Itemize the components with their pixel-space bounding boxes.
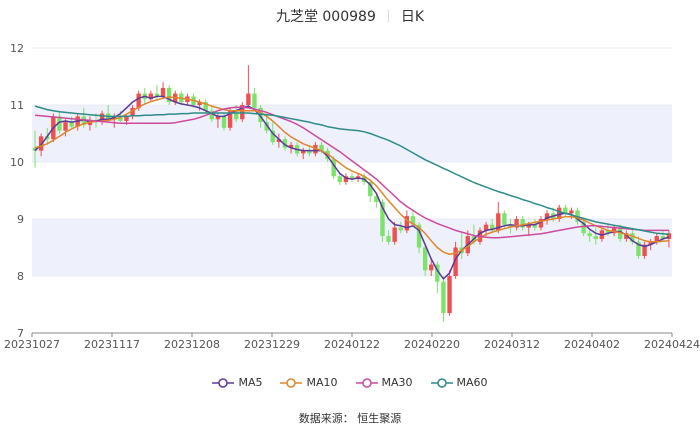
candle-body [593,236,599,239]
legend-label: MA5 [238,376,263,389]
candle-body [422,247,428,271]
y-tick-label: 8 [17,270,24,283]
x-tick-label: 20240312 [484,338,540,351]
candle-body [386,236,391,242]
y-tick-label: 10 [10,156,24,169]
candle-body [447,276,452,314]
candle-body [429,264,434,271]
candlestick-chart: 78910111220231027 20231117 20231208 2023122… [4,42,700,351]
y-tick-label: 11 [10,99,24,112]
x-tick-label: 20240402 [564,338,620,351]
legend-swatch [430,377,453,388]
x-tick-label: 20231208 [164,338,220,351]
candle-body [337,176,343,182]
candle-body [502,213,507,225]
candle-body [398,227,403,231]
x-tick-label: 20231027 [4,338,60,351]
candle [246,65,251,108]
candle-body [221,116,227,128]
x-tick-label: 20231229 [244,338,300,351]
candle [343,173,349,185]
candle-body [569,210,574,214]
legend-item-ma60[interactable]: MA60 [430,376,488,389]
candle-body [63,122,68,131]
x-tick-label: 20240122 [324,338,380,351]
data-source: 数据来源： 恒生聚源 [298,412,402,425]
candle [252,87,257,111]
candle-body [160,87,166,97]
candle [166,85,172,105]
legend-swatch [212,377,235,388]
legend-label: MA30 [381,376,413,389]
candle-body [441,281,446,314]
y-tick-label: 12 [10,42,24,55]
candle [240,102,245,123]
candle [447,270,452,316]
legend-swatch [355,377,378,388]
candle [404,210,410,234]
candle-body [392,227,397,242]
x-tick-label: 20240220 [404,338,460,351]
chart-legend: MA5 MA10 MA30 MA60 [0,376,700,389]
legend-item-ma30[interactable]: MA30 [355,376,413,389]
legend-item-ma5[interactable]: MA5 [212,376,262,389]
candle-body [246,93,251,105]
chart-container: 九芝堂 000989 日K 7 8 9 10 11 12 20231027 20231117 2… [0,0,700,426]
candle [349,173,355,182]
legend-label: MA10 [306,376,338,389]
y-tick-label: 9 [17,213,24,226]
legend-item-ma10[interactable]: MA10 [280,376,338,389]
candle-body [252,93,257,108]
legend-swatch [280,377,303,388]
candle [441,276,446,322]
x-tick-label: 20240424 [644,338,700,351]
x-tick-label: 20231117 [84,338,140,351]
candle-body [587,233,592,237]
legend-label: MA60 [456,376,488,389]
